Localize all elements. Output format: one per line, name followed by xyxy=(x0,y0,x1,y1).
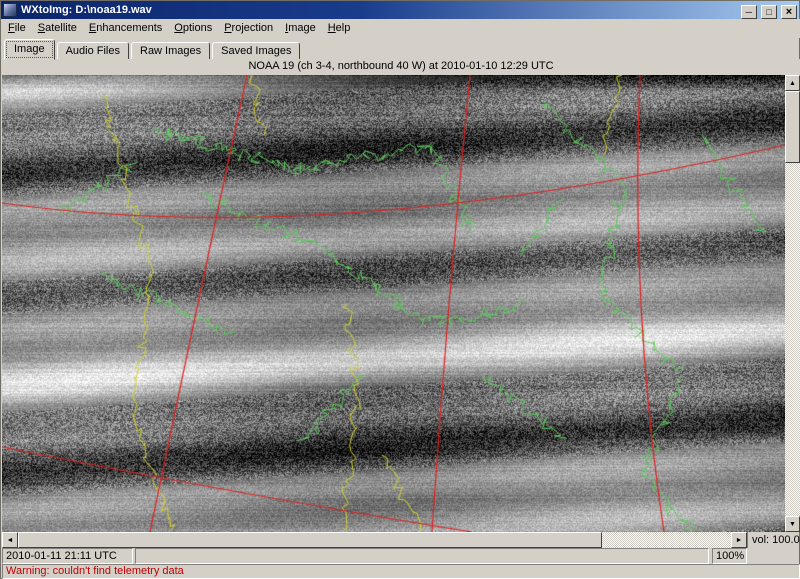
tab-saved-images[interactable]: Saved Images xyxy=(212,42,301,60)
menu-help[interactable]: Help xyxy=(322,19,357,38)
satellite-image[interactable] xyxy=(2,75,785,532)
warning-bar: Warning: couldn't find telemetry data xyxy=(2,564,800,579)
image-caption: NOAA 19 (ch 3-4, northbound 40 W) at 201… xyxy=(2,59,800,75)
menu-image[interactable]: Image xyxy=(279,19,322,38)
maximize-button[interactable]: □ xyxy=(760,5,777,19)
app-window: WXtoImg: D:\noaa19.wav ─ □ × File Satelli… xyxy=(0,0,800,579)
warning-text: Warning: couldn't find telemetry data xyxy=(6,565,184,577)
scroll-left-icon[interactable]: ◄ xyxy=(2,532,18,548)
tab-audio-files[interactable]: Audio Files xyxy=(56,42,129,60)
scroll-right-icon[interactable]: ► xyxy=(731,532,747,548)
scroll-down-icon[interactable]: ▼ xyxy=(785,516,800,532)
status-bar: 2010-01-11 21:11 UTC 100% xyxy=(1,548,800,564)
status-datetime: 2010-01-11 21:11 UTC xyxy=(2,548,133,564)
menu-file[interactable]: File xyxy=(2,19,32,38)
menu-bar: File Satellite Enhancements Options Projecti… xyxy=(2,19,800,38)
tab-image[interactable]: Image xyxy=(4,39,55,60)
scroll-up-icon[interactable]: ▲ xyxy=(785,75,800,91)
minimize-button[interactable]: ─ xyxy=(740,5,757,19)
title-bar[interactable]: WXtoImg: D:\noaa19.wav ─ □ × xyxy=(1,1,799,19)
horizontal-scrollbar[interactable]: ◄ ► xyxy=(2,532,747,548)
vertical-scrollbar[interactable]: ▲ ▼ xyxy=(785,75,800,532)
app-icon xyxy=(3,3,17,17)
progress-bar xyxy=(135,548,709,564)
vertical-scroll-thumb[interactable] xyxy=(785,91,800,163)
zoom-level: 100% xyxy=(712,548,747,564)
tab-raw-images[interactable]: Raw Images xyxy=(131,42,211,60)
menu-projection[interactable]: Projection xyxy=(218,19,279,38)
window-title: WXtoImg: D:\noaa19.wav xyxy=(21,4,152,16)
horizontal-scroll-thumb[interactable] xyxy=(18,532,602,548)
image-area xyxy=(2,75,785,532)
menu-satellite[interactable]: Satellite xyxy=(32,19,83,38)
tab-bar: Image Audio Files Raw Images Saved Images xyxy=(2,38,800,60)
menu-enhancements[interactable]: Enhancements xyxy=(83,19,168,38)
volume-indicator: vol: 100.0 xyxy=(747,532,800,548)
close-button[interactable]: × xyxy=(781,5,797,19)
menu-options[interactable]: Options xyxy=(168,19,218,38)
